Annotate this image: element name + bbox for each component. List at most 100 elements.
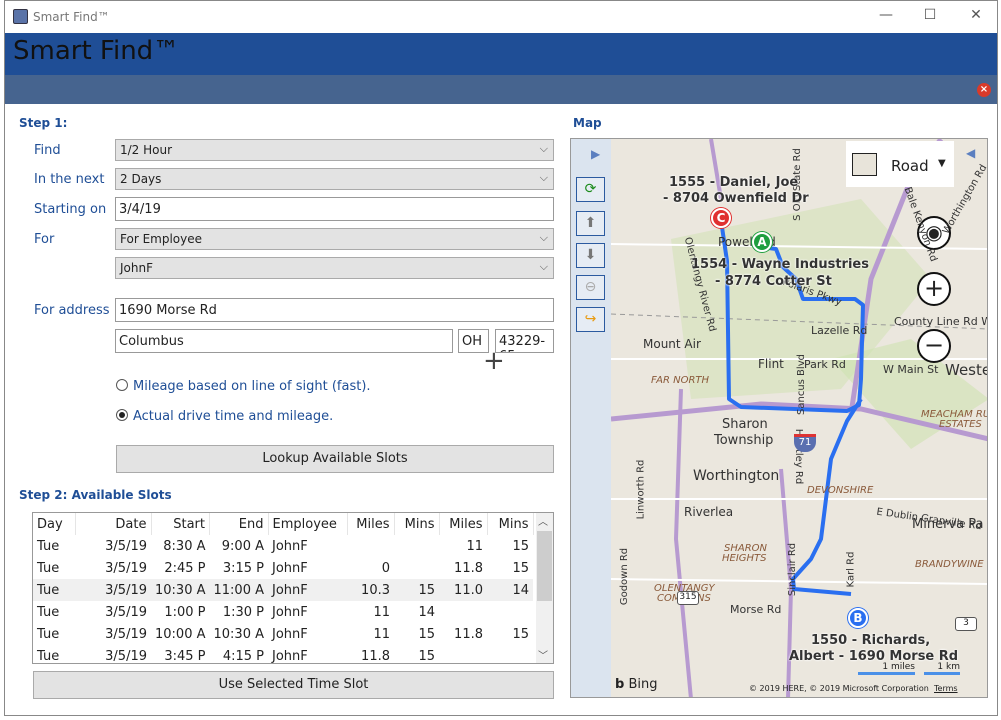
scroll-down-icon[interactable]: ﹀ <box>538 647 548 662</box>
map-label: BRANDYWINE <box>915 559 984 570</box>
table-cell: JohnF <box>272 604 308 620</box>
table-cell: 3/5/19 <box>105 626 147 642</box>
table-cell: 15 <box>418 648 435 664</box>
expand-panel-icon[interactable]: ▶ <box>591 147 600 161</box>
col-employee[interactable]: Employee <box>268 513 348 535</box>
find-select[interactable]: 1/2 Hour ⌵ <box>115 139 554 161</box>
col-miles[interactable]: Miles <box>347 513 395 535</box>
col-mins[interactable]: Mins <box>394 513 440 535</box>
map-label: Mount Air <box>643 337 701 351</box>
pin-a[interactable]: A <box>752 232 772 252</box>
col-start[interactable]: Start <box>151 513 210 535</box>
terms-link[interactable]: Terms <box>934 684 958 693</box>
starting-label: Starting on <box>34 202 107 217</box>
next-select[interactable]: 2 Days ⌵ <box>115 168 554 190</box>
header-band: × <box>5 75 997 104</box>
refresh-icon[interactable]: ⟳ <box>576 177 605 202</box>
table-cell: 15 <box>512 560 529 576</box>
table-row[interactable]: Tue 3/5/19 8:30 A 9:00 A JohnF 11 15 <box>33 535 533 557</box>
col-date[interactable]: Date <box>75 513 152 535</box>
starting-date-input[interactable]: 3/4/19 <box>115 197 554 221</box>
col-end[interactable]: End <box>209 513 269 535</box>
table-cell <box>439 601 487 623</box>
remove-icon[interactable]: ⊖ <box>576 275 605 300</box>
table-cell: JohnF <box>272 648 308 664</box>
table-row[interactable]: Tue 3/5/19 2:45 P 3:15 P JohnF 0 11.8 15 <box>33 557 533 579</box>
table-row[interactable]: Tue 3/5/19 3:45 P 4:15 P JohnF 11.8 15 <box>33 645 533 664</box>
table-cell: Tue <box>37 538 60 554</box>
close-window-button[interactable]: ✕ <box>961 7 991 27</box>
map-label: ESTATES <box>939 419 982 430</box>
map-label: Minerva Pa <box>912 517 984 532</box>
table-row[interactable]: Tue 3/5/19 10:30 A 11:00 A JohnF 10.3 15 11.0 14 <box>33 579 533 601</box>
scale-miles: 1 miles <box>858 662 915 675</box>
close-form-icon[interactable]: × <box>977 83 991 97</box>
map-label: Weste <box>945 361 988 379</box>
chevron-down-icon: ⌵ <box>539 231 548 244</box>
table-cell <box>487 601 533 623</box>
reroute-icon[interactable]: ↪ <box>576 307 605 332</box>
address-label: For address <box>34 303 110 318</box>
col-miles-2[interactable]: Miles <box>439 513 488 535</box>
lookup-slots-button[interactable]: Lookup Available Slots <box>116 445 554 473</box>
map-label: Park Rd <box>804 358 846 371</box>
collapse-panel-icon[interactable]: ◀ <box>966 146 975 160</box>
table-cell <box>394 535 439 557</box>
bing-logo: b Bing <box>615 677 657 692</box>
table-cell: 3:45 P <box>164 648 206 664</box>
radio-drive-time[interactable]: Actual drive time and mileage. <box>116 409 333 424</box>
use-slot-button[interactable]: Use Selected Time Slot <box>33 671 554 699</box>
table-row[interactable]: Tue 3/5/19 10:00 A 10:30 A JohnF 11 15 11.8 15 <box>33 623 533 645</box>
table-cell: 10:00 A <box>155 626 206 642</box>
bing-icon: b <box>615 677 625 692</box>
map-label: HEIGHTS <box>722 553 767 564</box>
map-copyright: © 2019 HERE, © 2019 Microsoft Corporatio… <box>749 684 929 693</box>
table-header: Day Date Start End Employee Miles Mins M… <box>33 513 534 535</box>
table-cell: Tue <box>37 560 60 576</box>
map-label: Worthington <box>693 468 780 484</box>
for-label: For <box>34 232 55 247</box>
move-up-icon[interactable]: ⬆ <box>576 211 605 236</box>
interstate-shield-icon: 71 <box>794 434 816 452</box>
table-cell: 15 <box>418 626 435 642</box>
chevron-down-icon: ⌵ <box>539 142 548 155</box>
city-input[interactable]: Columbus <box>115 329 453 353</box>
find-value: 1/2 Hour <box>120 143 173 157</box>
scroll-thumb[interactable] <box>537 531 552 601</box>
employee-select[interactable]: JohnF ⌵ <box>115 257 554 279</box>
scroll-up-icon[interactable]: ︿ <box>538 513 548 528</box>
map-label: Karl Rd <box>845 551 857 588</box>
table-cell: 3/5/19 <box>105 604 147 620</box>
table-cell: JohnF <box>272 538 308 554</box>
for-select[interactable]: For Employee ⌵ <box>115 228 554 250</box>
map-panel[interactable]: ▶ ⟳ ⬆ ⬇ ⊖ ↪ Road ▼ ◀ ◉ + − Powell Rd Ole… <box>570 138 988 698</box>
step2-heading: Step 2: Available Slots <box>19 488 172 502</box>
maximize-button[interactable]: ☐ <box>915 7 945 27</box>
table-cell <box>394 557 439 579</box>
radio-line-of-sight[interactable]: Mileage based on line of sight (fast). <box>116 379 371 394</box>
street-input[interactable]: 1690 Morse Rd <box>115 298 554 322</box>
bing-brand: Bing <box>628 677 658 692</box>
table-cell: JohnF <box>268 579 347 601</box>
map-label: FAR NORTH <box>651 375 710 386</box>
map-label: Sancus Blvd <box>795 354 807 415</box>
title-bar: Smart Find™ — ☐ ✕ <box>5 1 997 33</box>
pin-b[interactable]: B <box>848 608 868 628</box>
table-scrollbar[interactable]: ︿ ﹀ <box>536 513 553 663</box>
zoom-out-button[interactable]: − <box>917 329 951 363</box>
table-cell: 8:30 A <box>163 538 206 554</box>
pin-c[interactable]: C <box>711 208 731 228</box>
move-down-icon[interactable]: ⬇ <box>576 243 605 268</box>
slots-table[interactable]: Day Date Start End Employee Miles Mins M… <box>32 512 554 664</box>
table-row[interactable]: Tue 3/5/19 1:00 P 1:30 P JohnF 11 14 <box>33 601 533 623</box>
col-mins-2[interactable]: Mins <box>487 513 534 535</box>
col-day[interactable]: Day <box>33 513 76 535</box>
state-route-shield-icon: 315 <box>677 591 699 605</box>
header-banner: Smart Find™ <box>5 33 997 75</box>
zoom-in-button[interactable]: + <box>917 272 951 306</box>
map-type-selector[interactable]: Road ▼ <box>846 141 954 187</box>
minimize-button[interactable]: — <box>871 7 901 27</box>
table-cell: Tue <box>33 579 75 601</box>
highway-23 <box>709 139 723 200</box>
next-label: In the next <box>34 172 105 187</box>
